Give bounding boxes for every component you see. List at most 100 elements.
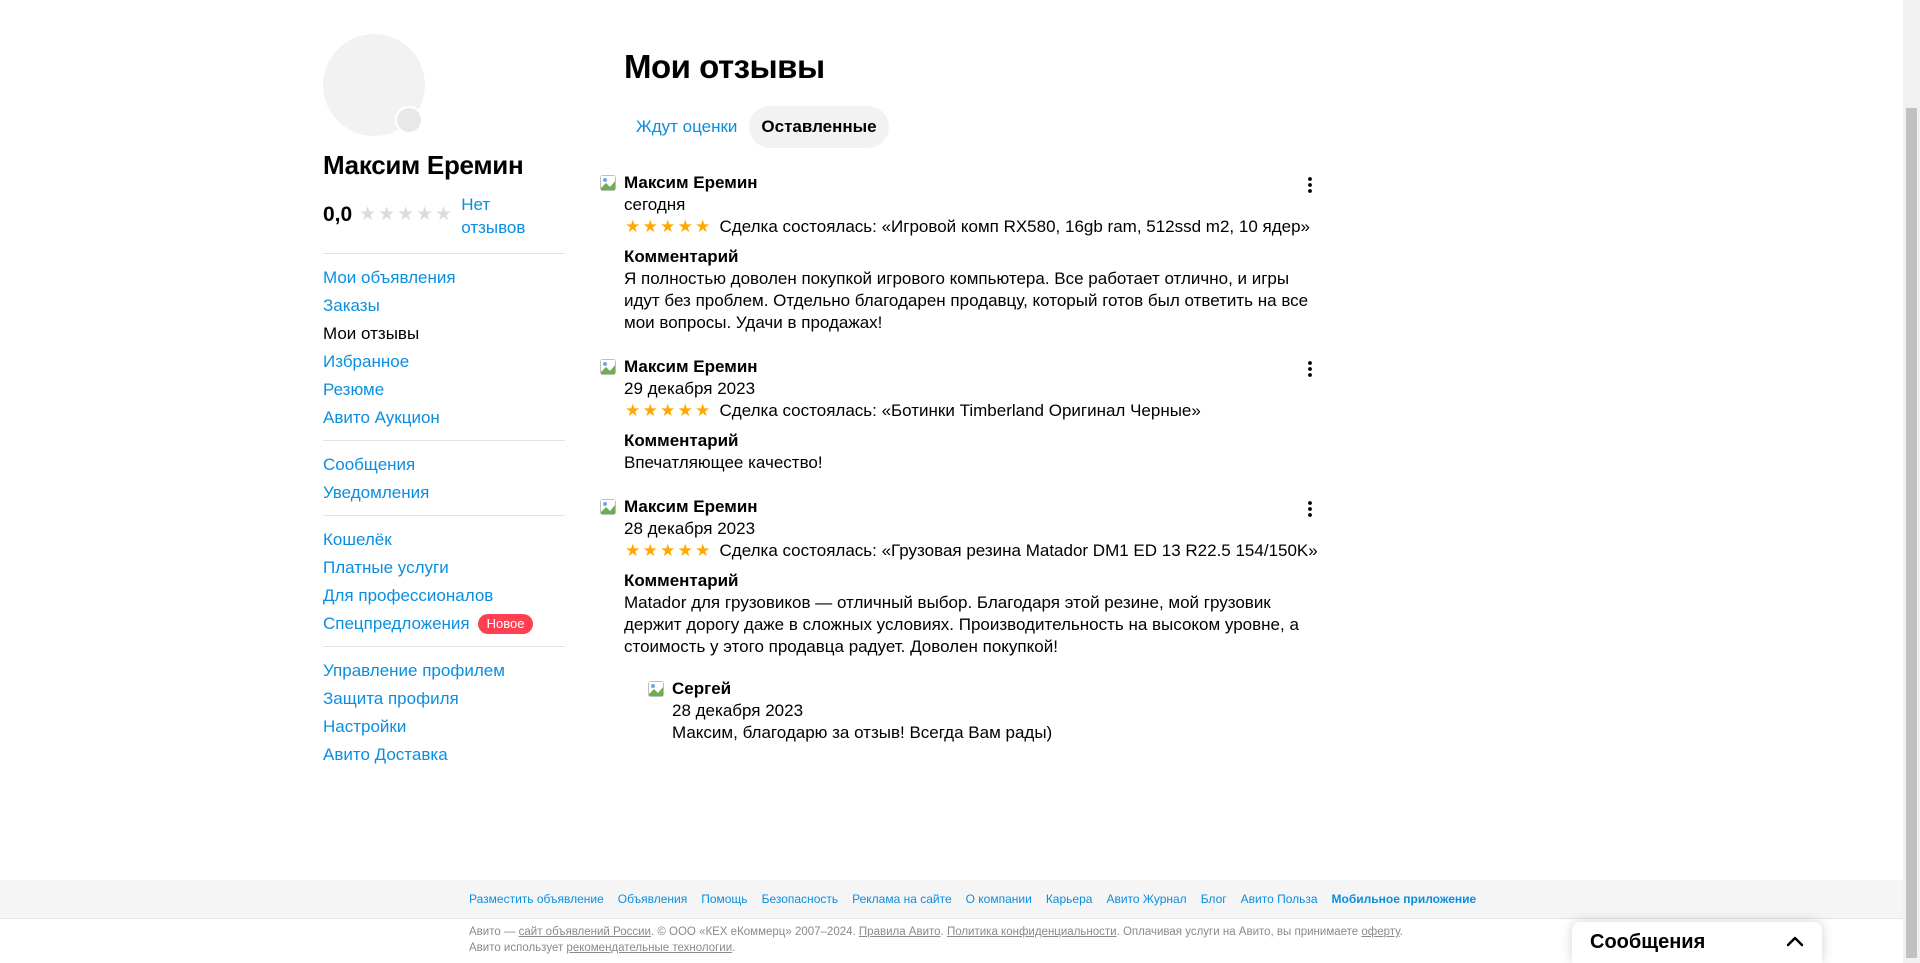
review-author: Максим Еремин [624,497,758,516]
menu-item-label: Настройки [323,717,407,736]
footer-nav: Разместить объявление Объявления Помощь Без… [0,880,1903,919]
legal-link-offer[interactable]: оферту [1361,926,1399,938]
star-icon: ★ [397,204,415,225]
menu-item[interactable]: Спецпредложения Новое [323,610,565,638]
menu-item[interactable]: Мои объявления [323,264,565,292]
star-icon: ★ [660,401,676,420]
footer-legal: Авито — сайт объявлений России. © ООО «К… [469,924,1429,956]
star-icon: ★ [695,217,711,236]
deal-row: ★ ★ ★ ★ ★ Сделка состоялась: «Игровой комп RX… [624,216,1320,238]
more-options-icon[interactable] [1298,497,1322,521]
menu-group: Кошелёк Платные услуги Для профессионалов С… [323,515,565,646]
chevron-up-icon[interactable] [1786,934,1804,952]
review-card: Максим Еремин 29 декабря 2023 ★ ★ ★ ★ ★ Сделка … [600,356,1320,474]
star-icon: ★ [642,217,658,236]
menu-item-label: Платные услуги [323,558,449,577]
star-icon: ★ [416,204,434,225]
review-date: сегодня [624,195,686,214]
review-list: Максим Еремин сегодня ★ ★ ★ ★ ★ Сделка состояла… [600,172,1320,744]
footer-links: Разместить объявление Объявления Помощь Без… [469,880,1490,918]
review-date: 28 декабря 2023 [624,519,756,538]
comment-label: Комментарий [624,247,739,266]
deal-row: ★ ★ ★ ★ ★ Сделка состоялась: «Грузовая резина… [624,540,1320,562]
star-icon: ★ [642,401,658,420]
profile-sidebar: Максим Еремин 0,0 ★ ★ ★ ★ ★ Нет отзывов Мои … [323,34,565,777]
more-options-icon[interactable] [1298,357,1322,381]
menu-item-label: Уведомления [323,483,430,502]
legal-link-site[interactable]: сайт объявлений России [519,926,651,938]
page-title: Мои отзывы [624,48,825,85]
footer-link[interactable]: Мобильное приложение [1332,892,1477,906]
new-badge: Новое [477,614,534,634]
menu-item-label: Защита профиля [323,689,459,708]
menu-group: Управление профилем Защита профиля Настрой… [323,646,565,777]
avatar-icon [600,499,616,515]
rating-value: 0,0 [323,203,353,226]
menu-item-label: Избранное [323,352,410,371]
star-icon: ★ [625,217,641,236]
tab-awaiting[interactable]: Ждут оценки [624,106,749,148]
legal-link-privacy[interactable]: Политика конфиденциальности [947,926,1117,938]
avatar-status-dot [395,106,423,134]
menu-item[interactable]: Заказы [323,292,565,320]
menu-item[interactable]: Сообщения [323,451,565,479]
menu-item-label: Мои объявления [323,268,456,287]
avatar-icon [600,175,616,191]
reply-author: Сергей [672,679,732,698]
deal-text: Сделка состоялась: «Игровой комп RX580, … [719,217,1310,236]
more-options-icon[interactable] [1298,173,1322,197]
menu-item[interactable]: Защита профиля [323,685,565,713]
comment-text: Я полностью доволен покупкой игрового ко… [624,269,1309,332]
avatar[interactable] [323,34,425,136]
messages-panel[interactable]: Сообщения [1572,922,1822,963]
star-icon: ★ [378,204,396,225]
comment-label: Комментарий [624,431,739,450]
menu-item: Мои отзывы [323,320,565,348]
deal-text: Сделка состоялась: «Грузовая резина Mata… [719,541,1318,560]
footer-link[interactable]: Авито Польза [1241,892,1318,906]
legal-link-recommendations[interactable]: рекомендательные технологии [566,942,732,954]
menu-item[interactable]: Настройки [323,713,565,741]
footer-link[interactable]: Разместить объявление [469,892,604,906]
tab-left[interactable]: Оставленные [749,106,889,148]
menu-item[interactable]: Избранное [323,348,565,376]
menu-item-label: Сообщения [323,455,416,474]
footer-link[interactable]: Авито Журнал [1106,892,1186,906]
review-stars: ★ ★ ★ ★ ★ [624,216,712,238]
deal-row: ★ ★ ★ ★ ★ Сделка состоялась: «Ботинки Timberl… [624,400,1320,422]
legal-text: . [732,942,736,954]
menu-item-label: Резюме [323,380,385,399]
scrollbar-thumb[interactable] [1906,108,1917,958]
star-icon: ★ [695,401,711,420]
no-reviews-link[interactable]: Нет отзывов [461,193,541,239]
star-icon: ★ [660,217,676,236]
rating-stars: ★ ★ ★ ★ ★ [358,204,453,226]
scrollbar[interactable] [1903,0,1920,963]
menu-item[interactable]: Кошелёк [323,526,565,554]
footer-link[interactable]: Помощь [701,892,747,906]
footer-link[interactable]: Объявления [618,892,687,906]
footer-link[interactable]: О компании [966,892,1032,906]
menu-item[interactable]: Авито Доставка [323,741,565,769]
footer-link[interactable]: Реклама на сайте [852,892,952,906]
menu-item-label: Для профессионалов [323,586,494,605]
menu-item[interactable]: Авито Аукцион [323,404,565,432]
legal-link-rules[interactable]: Правила Авито [859,926,941,938]
menu-item[interactable]: Платные услуги [323,554,565,582]
menu-item[interactable]: Управление профилем [323,657,565,685]
footer-link[interactable]: Безопасность [762,892,839,906]
star-icon: ★ [625,401,641,420]
footer-link[interactable]: Блог [1201,892,1227,906]
review-stars: ★ ★ ★ ★ ★ [624,540,712,562]
menu-item[interactable]: Для профессионалов [323,582,565,610]
avatar-icon [648,681,664,697]
menu-item[interactable]: Уведомления [323,479,565,507]
menu-item-label: Управление профилем [323,661,505,680]
star-icon: ★ [677,541,693,560]
star-icon: ★ [359,204,377,225]
legal-text: Авито — [469,926,519,938]
review-author: Максим Еремин [624,173,758,192]
menu-item-label: Спецпредложения [323,614,470,633]
footer-link[interactable]: Карьера [1046,892,1093,906]
menu-item[interactable]: Резюме [323,376,565,404]
